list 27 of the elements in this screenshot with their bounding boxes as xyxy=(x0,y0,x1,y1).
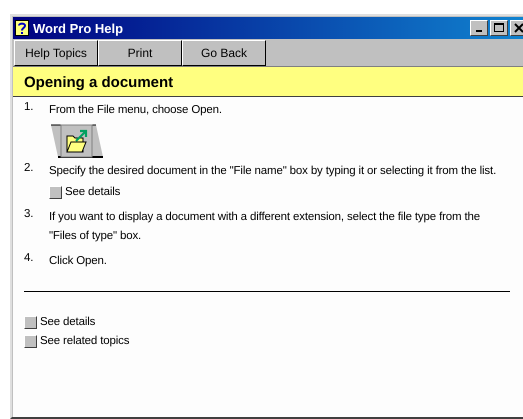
window-title: Word Pro Help xyxy=(33,20,124,36)
toolbar-button[interactable]: Print xyxy=(98,40,182,66)
toolbar-button[interactable]: Go Back xyxy=(182,40,266,66)
square-bullet-icon[interactable] xyxy=(24,334,37,348)
link-text[interactable]: See related topics xyxy=(40,333,130,349)
step-text: From the File menu, choose Open. xyxy=(49,103,223,118)
step-number: 3. xyxy=(24,208,34,222)
step-text: Click Open. xyxy=(49,254,108,269)
minimize-button[interactable] xyxy=(470,20,488,36)
open-folder-icon xyxy=(49,124,105,158)
toolbar-button[interactable]: Help Topics xyxy=(14,40,98,66)
step-number: 1. xyxy=(24,101,34,115)
close-icon xyxy=(514,23,523,33)
square-bullet-icon[interactable] xyxy=(24,316,37,328)
topic-heading: Opening a document xyxy=(13,67,523,97)
maximize-icon xyxy=(494,23,504,33)
link-text[interactable]: See details xyxy=(40,314,96,330)
help-icon xyxy=(15,20,29,36)
square-bullet-icon[interactable] xyxy=(49,186,62,198)
maximize-button[interactable] xyxy=(490,20,508,36)
minimize-icon xyxy=(476,30,482,32)
step-text: Specify the desired document in the "File name" box by typing it or selecting it from the list. xyxy=(49,164,498,179)
step-number: 2. xyxy=(24,162,34,176)
step-number: 4. xyxy=(24,252,34,266)
close-button[interactable] xyxy=(510,20,523,36)
link-text[interactable]: See details xyxy=(65,184,120,200)
step-text: If you want to display a document with a different extension, select the file type from the "Files of type" box. xyxy=(49,210,482,244)
